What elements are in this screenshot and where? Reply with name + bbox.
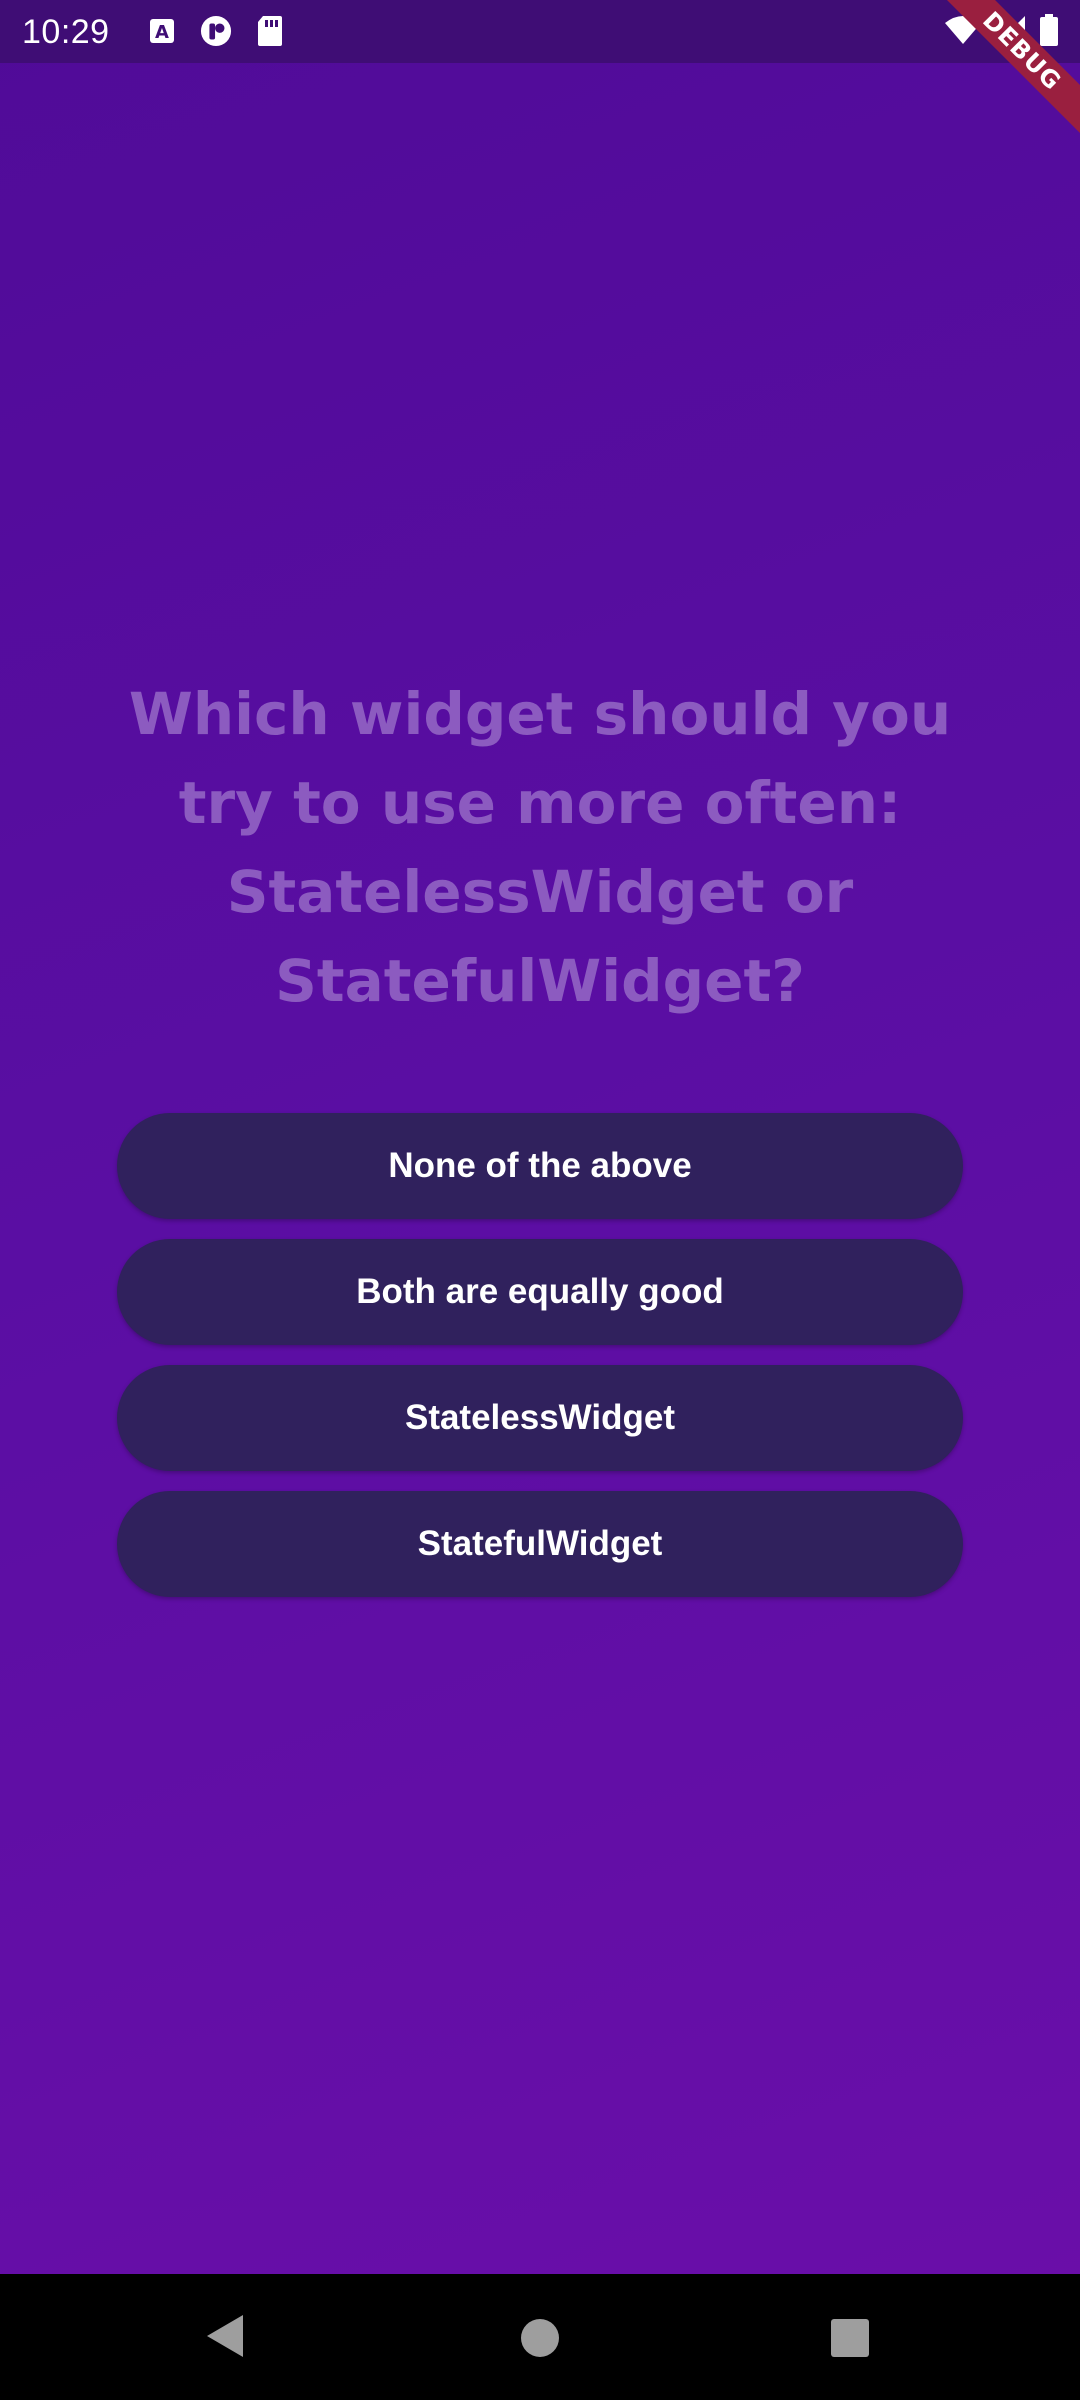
answer-button[interactable]: StatefulWidget [117,1491,963,1597]
status-time: 10:29 [22,13,110,51]
battery-icon [1040,14,1058,51]
home-icon[interactable] [520,2318,560,2363]
svg-text:A: A [155,22,169,43]
back-icon[interactable] [205,2313,245,2364]
notification-icons: A [146,15,286,47]
status-bar: 10:29 A [0,0,1080,63]
answer-list: None of the above Both are equally good … [117,1113,963,1597]
navigation-bar [0,2274,1080,2400]
font-icon: A [146,15,178,47]
recents-icon[interactable] [830,2318,870,2363]
signal-icon [996,15,1026,50]
question-text: Which widget should you try to use more … [128,680,952,1015]
app-icon [200,15,232,47]
answer-button[interactable]: StatelessWidget [117,1365,963,1471]
sd-card-icon [254,15,286,47]
wifi-icon [944,15,982,50]
answer-button[interactable]: None of the above [117,1113,963,1219]
answer-button[interactable]: Both are equally good [117,1239,963,1345]
system-icons [944,14,1058,51]
